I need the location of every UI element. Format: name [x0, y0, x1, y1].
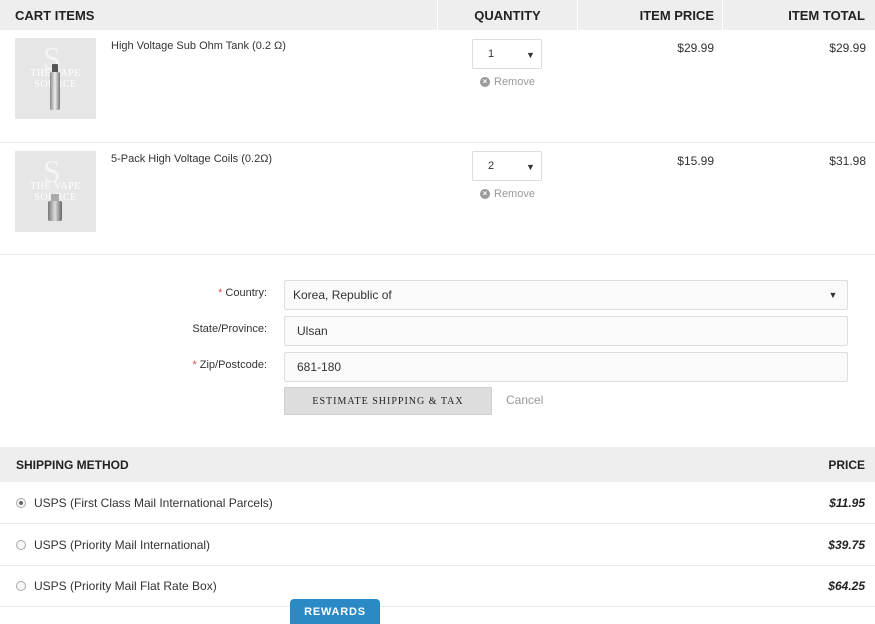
- cart-table-header: CART ITEMS QUANTITY ITEM PRICE ITEM TOTA…: [0, 0, 875, 30]
- cancel-link[interactable]: Cancel: [506, 393, 543, 407]
- zip-input[interactable]: 681-180: [284, 352, 848, 382]
- state-input[interactable]: Ulsan: [284, 316, 848, 346]
- state-value: Ulsan: [297, 324, 328, 338]
- shipping-option-price: $39.75: [828, 538, 865, 552]
- radio-button-selected[interactable]: [16, 498, 26, 508]
- product-name[interactable]: High Voltage Sub Ohm Tank (0.2 Ω): [111, 40, 286, 52]
- zip-label: * Zip/Postcode:: [192, 359, 267, 371]
- radio-button[interactable]: [16, 581, 26, 591]
- shipping-option-name: USPS (Priority Mail Flat Rate Box): [34, 579, 217, 593]
- shipping-option[interactable]: USPS (Priority Mail International) $39.7…: [0, 525, 875, 566]
- product-thumbnail[interactable]: S THE VAPE SOURCE: [15, 151, 96, 232]
- header-shipping-method: SHIPPING METHOD: [16, 458, 129, 472]
- header-item-price: ITEM PRICE: [577, 0, 722, 30]
- chevron-down-icon[interactable]: ▼: [519, 49, 542, 61]
- quantity-select[interactable]: 2 ▼: [472, 151, 542, 181]
- remove-label: Remove: [494, 76, 535, 88]
- header-item-total: ITEM TOTAL: [722, 0, 875, 30]
- radio-button[interactable]: [16, 540, 26, 550]
- shipping-option-name: USPS (Priority Mail International): [34, 538, 211, 552]
- remove-x-icon: ×: [480, 189, 490, 199]
- chevron-down-icon[interactable]: ▼: [819, 281, 847, 309]
- tank-body-icon: [50, 72, 60, 110]
- shipping-option-name: USPS (First Class Mail International Par…: [34, 496, 273, 510]
- shipping-option-price: $64.25: [828, 579, 865, 593]
- shipping-option-price: $11.95: [829, 496, 865, 510]
- item-price: $15.99: [677, 154, 714, 168]
- state-label: State/Province:: [192, 323, 267, 335]
- estimate-shipping-button[interactable]: ESTIMATE SHIPPING & TAX: [284, 387, 492, 415]
- product-name[interactable]: 5-Pack High Voltage Coils (0.2Ω): [111, 153, 272, 165]
- shipping-option[interactable]: USPS (Priority Mail Flat Rate Box) $64.2…: [0, 566, 875, 607]
- country-select[interactable]: Korea, Republic of ▼: [284, 280, 848, 310]
- item-price: $29.99: [677, 41, 714, 55]
- shipping-method-header: SHIPPING METHOD PRICE: [0, 447, 875, 482]
- shipping-option[interactable]: USPS (First Class Mail International Par…: [0, 483, 875, 524]
- rewards-tab-button[interactable]: REWARDS: [290, 599, 380, 624]
- remove-x-icon: ×: [480, 77, 490, 87]
- item-total: $29.99: [829, 41, 866, 55]
- quantity-value: 1: [488, 48, 495, 60]
- chevron-down-icon[interactable]: ▼: [519, 161, 542, 173]
- quantity-value: 2: [488, 160, 495, 172]
- zip-value: 681-180: [297, 360, 342, 374]
- cart-item-row: S THE VAPE SOURCE High Voltage Sub Ohm T…: [0, 30, 875, 143]
- header-cart-items: CART ITEMS: [15, 7, 95, 23]
- remove-label: Remove: [494, 188, 535, 200]
- quantity-select[interactable]: 1 ▼: [472, 39, 542, 69]
- header-price: PRICE: [828, 458, 865, 472]
- country-label: * Country:: [218, 287, 267, 299]
- remove-item-button[interactable]: × Remove: [480, 76, 535, 88]
- cart-item-row: S THE VAPE SOURCE 5-Pack High Voltage Co…: [0, 143, 875, 255]
- product-thumbnail[interactable]: S THE VAPE SOURCE: [15, 38, 96, 119]
- header-quantity: QUANTITY: [437, 0, 577, 30]
- item-total: $31.98: [829, 154, 866, 168]
- coil-body-icon: [48, 201, 62, 221]
- remove-item-button[interactable]: × Remove: [480, 188, 535, 200]
- country-value: Korea, Republic of: [293, 288, 392, 302]
